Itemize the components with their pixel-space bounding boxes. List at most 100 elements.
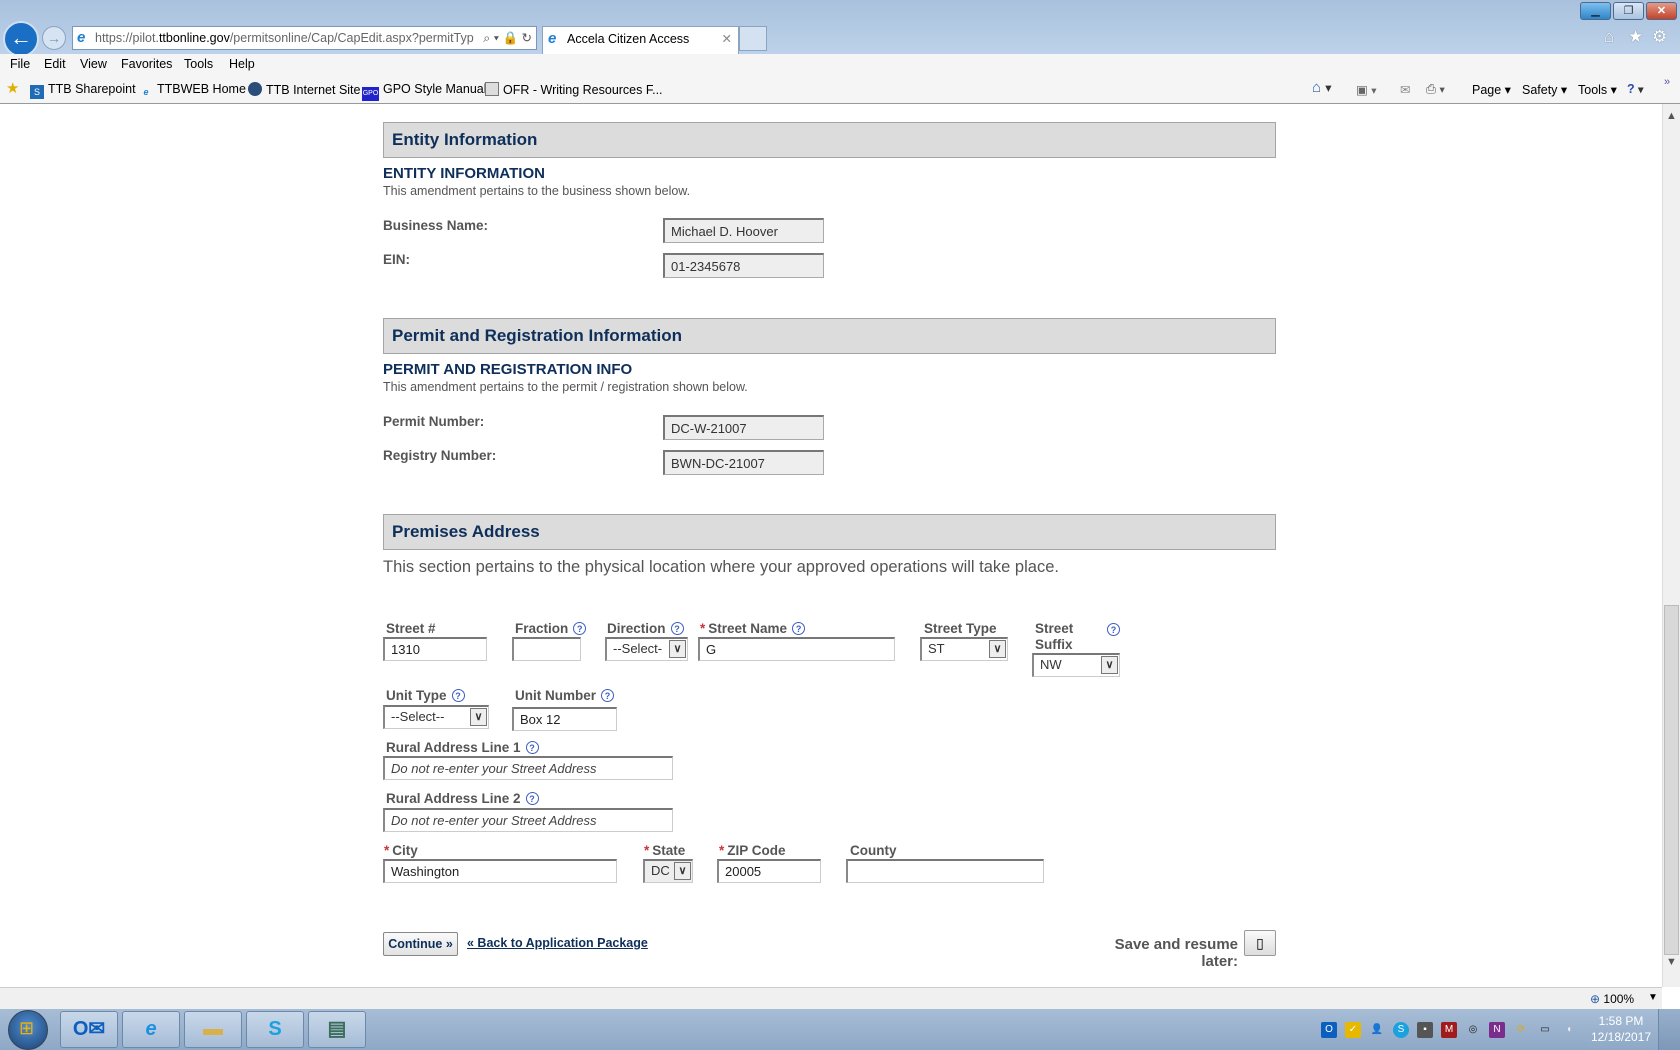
street-name-label: * Street Name? bbox=[700, 621, 806, 636]
skype-tray-icon[interactable]: S bbox=[1393, 1022, 1409, 1038]
onenote-tray-icon[interactable]: N bbox=[1489, 1022, 1505, 1038]
help-icon[interactable]: ? bbox=[451, 689, 465, 702]
taskbar-internet-explorer[interactable]: e bbox=[122, 1011, 180, 1048]
rural-address-2-input[interactable]: Do not re-enter your Street Address bbox=[383, 808, 673, 832]
rural-address-1-input[interactable]: Do not re-enter your Street Address bbox=[383, 756, 673, 780]
close-window-button[interactable]: ✕ bbox=[1646, 2, 1677, 20]
unit-type-select[interactable]: --Select-- ∨ bbox=[383, 705, 489, 729]
chevron-more-icon[interactable]: » bbox=[1664, 76, 1670, 88]
help-icon[interactable]: ? bbox=[601, 689, 614, 702]
sync-tray-icon[interactable]: ⟳ bbox=[1513, 1022, 1529, 1038]
favorite-gpo-style-manual[interactable]: GPO GPO Style Manual bbox=[362, 82, 487, 101]
street-no-input[interactable]: 1310 bbox=[383, 637, 487, 661]
help-icon[interactable]: ? ▾ bbox=[1627, 82, 1643, 96]
chevron-down-icon[interactable]: ∨ bbox=[669, 640, 686, 658]
required-mark: * bbox=[644, 843, 650, 858]
show-desktop-button[interactable] bbox=[1658, 1009, 1680, 1050]
lock-tray-icon[interactable]: ▪ bbox=[1417, 1022, 1433, 1038]
taskbar-outlook[interactable]: O✉ bbox=[60, 1011, 118, 1048]
mcafee-tray-icon[interactable]: M bbox=[1441, 1022, 1457, 1038]
menu-tools[interactable]: Tools bbox=[184, 57, 213, 71]
required-mark: * bbox=[719, 843, 725, 858]
menu-file[interactable]: File bbox=[10, 57, 30, 71]
taskbar-window[interactable]: ▤ bbox=[308, 1011, 366, 1048]
forward-button[interactable]: → bbox=[42, 26, 66, 50]
page-menu[interactable]: Page ▾ bbox=[1472, 82, 1511, 97]
volume-tray-icon[interactable]: ◖ bbox=[1561, 1022, 1577, 1038]
street-name-input[interactable]: G bbox=[698, 637, 895, 661]
minimize-button[interactable]: ▁ bbox=[1580, 2, 1611, 20]
restore-button[interactable]: ❐ bbox=[1613, 2, 1644, 20]
network-tray-icon[interactable]: ▭ bbox=[1537, 1022, 1553, 1038]
zoom-dropdown-icon[interactable]: ▼ bbox=[1648, 992, 1658, 1003]
street-suffix-select[interactable]: NW ∨ bbox=[1032, 653, 1120, 677]
tab-accela[interactable]: e Accela Citizen Access ✕ bbox=[542, 26, 739, 54]
sharepoint-icon: S bbox=[30, 85, 44, 99]
taskbar-skype[interactable]: S bbox=[246, 1011, 304, 1048]
chevron-down-icon[interactable]: ∨ bbox=[1101, 656, 1118, 674]
outlook-tray-icon[interactable]: O bbox=[1321, 1022, 1337, 1038]
zoom-control[interactable]: ⊕ 100% bbox=[1590, 992, 1634, 1006]
taskbar-file-explorer[interactable]: ▬ bbox=[184, 1011, 242, 1048]
close-tab-icon[interactable]: ✕ bbox=[722, 27, 732, 51]
refresh-icon[interactable]: ↻ bbox=[522, 31, 532, 45]
rural-address-2-label: Rural Address Line 2? bbox=[386, 791, 539, 806]
chevron-down-icon[interactable]: ∨ bbox=[989, 640, 1006, 658]
help-icon[interactable]: ? bbox=[792, 622, 806, 635]
permit-subheader: PERMIT AND REGISTRATION INFO bbox=[383, 361, 633, 378]
safety-menu[interactable]: Safety ▾ bbox=[1522, 82, 1567, 97]
county-input[interactable] bbox=[846, 859, 1044, 883]
continue-button[interactable]: Continue » bbox=[383, 932, 458, 956]
zip-input[interactable]: 20005 bbox=[717, 859, 821, 883]
favorite-ttbweb-home[interactable]: e TTBWEB Home bbox=[139, 82, 245, 99]
scroll-down-icon[interactable]: ▼ bbox=[1666, 956, 1677, 968]
fraction-input[interactable] bbox=[512, 637, 581, 661]
scrollbar-thumb[interactable] bbox=[1664, 605, 1679, 955]
chevron-down-icon[interactable]: ∨ bbox=[674, 862, 691, 880]
tools-menu[interactable]: Tools ▾ bbox=[1578, 82, 1617, 97]
lock-icon[interactable]: 🔒 bbox=[502, 31, 518, 45]
gear-icon[interactable]: ⚙ bbox=[1652, 27, 1667, 47]
scroll-up-icon[interactable]: ▲ bbox=[1666, 110, 1677, 122]
back-button[interactable]: ← bbox=[3, 21, 39, 57]
tasks-tray-icon[interactable]: ✓ bbox=[1345, 1022, 1361, 1038]
city-input[interactable]: Washington bbox=[383, 859, 617, 883]
help-icon[interactable]: ? bbox=[1107, 623, 1120, 636]
save-button[interactable]: ▯ bbox=[1244, 930, 1276, 956]
state-select[interactable]: DC ∨ bbox=[643, 859, 693, 883]
home-icon[interactable]: ⌂ bbox=[1604, 27, 1614, 47]
favorite-ttb-internet-site[interactable]: TTB Internet Site bbox=[248, 82, 360, 97]
back-to-application-link[interactable]: « Back to Application Package bbox=[467, 936, 648, 950]
address-bar[interactable]: e https://pilot.ttbonline.gov/permitsonl… bbox=[72, 26, 537, 50]
menu-view[interactable]: View bbox=[80, 57, 107, 71]
help-icon[interactable]: ? bbox=[670, 622, 684, 635]
address-bar-icons: ⌕ ▾ 🔒 ↻ bbox=[479, 27, 532, 49]
clock[interactable]: 1:58 PM 12/18/2017 bbox=[1585, 1013, 1657, 1045]
label-text: Rural Address Line 2 bbox=[386, 791, 521, 806]
favorites-star-icon[interactable]: ★ bbox=[1628, 27, 1643, 47]
start-button[interactable]: ⊞ bbox=[8, 1010, 48, 1050]
entity-subheader: ENTITY INFORMATION bbox=[383, 165, 545, 182]
help-icon[interactable]: ? bbox=[525, 741, 539, 754]
search-icon[interactable]: ⌕ bbox=[483, 31, 490, 45]
street-type-select[interactable]: ST ∨ bbox=[920, 637, 1008, 661]
menu-help[interactable]: Help bbox=[229, 57, 255, 71]
unit-number-input[interactable]: Box 12 bbox=[512, 707, 617, 731]
favorites-add-star-icon[interactable]: ★ bbox=[6, 79, 19, 97]
mail-icon[interactable]: ✉ bbox=[1400, 82, 1410, 97]
clock-time: 1:58 PM bbox=[1598, 1014, 1644, 1028]
new-tab-button[interactable] bbox=[739, 26, 767, 51]
print-icon[interactable]: ⎙ ▾ bbox=[1426, 82, 1445, 97]
spiral-tray-icon[interactable]: ◎ bbox=[1465, 1022, 1481, 1038]
menu-favorites[interactable]: Favorites bbox=[121, 57, 172, 71]
favorite-ofr-writing[interactable]: OFR - Writing Resources F... bbox=[485, 82, 663, 97]
home-cmd-icon[interactable]: ⌂ ▾ bbox=[1312, 79, 1332, 96]
direction-select[interactable]: --Select- ∨ bbox=[605, 637, 688, 661]
help-icon[interactable]: ? bbox=[573, 622, 587, 635]
help-icon[interactable]: ? bbox=[525, 792, 539, 805]
favorite-ttb-sharepoint[interactable]: S TTB Sharepoint bbox=[30, 82, 136, 99]
user-tray-icon[interactable]: 👤 bbox=[1369, 1022, 1385, 1038]
menu-edit[interactable]: Edit bbox=[44, 57, 66, 71]
chevron-down-icon[interactable]: ∨ bbox=[470, 708, 487, 726]
feeds-icon[interactable]: ▣ ▾ bbox=[1356, 82, 1377, 97]
